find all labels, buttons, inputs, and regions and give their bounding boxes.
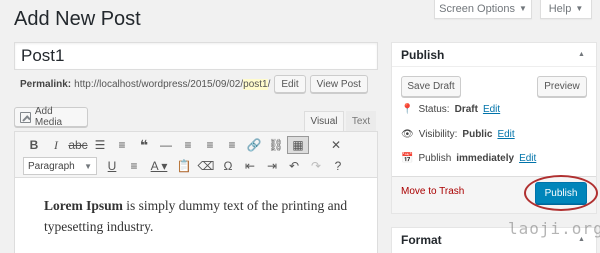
schedule-edit-link[interactable]: Edit (519, 153, 536, 164)
help-label: Help (548, 2, 572, 15)
align-right-icon[interactable]: ≡ (221, 136, 243, 154)
highlight-annotation (524, 175, 598, 211)
view-post-button[interactable]: View Post (309, 75, 368, 93)
text-color-icon[interactable]: A ▾ (145, 157, 173, 175)
save-draft-button[interactable]: Save Draft (401, 76, 461, 97)
schedule-row: 📅 Publish immediately Edit (401, 153, 536, 164)
schedule-label: Publish (418, 153, 452, 164)
toolbar-toggle-icon[interactable]: ▦ (287, 136, 309, 154)
schedule-value: immediately (456, 153, 515, 164)
align-center-icon[interactable]: ≡ (199, 136, 221, 154)
screen-options-tab[interactable]: Screen Options ▼ (434, 0, 532, 19)
tab-visual[interactable]: Visual (304, 111, 344, 131)
fullscreen-icon[interactable]: ✕ (325, 136, 347, 154)
justify-icon[interactable]: ≡ (123, 157, 145, 175)
redo-icon[interactable]: ↷ (305, 157, 327, 175)
format-select-value: Paragraph (28, 160, 75, 172)
blockquote-icon[interactable]: ❝ (133, 136, 155, 154)
permalink-slug[interactable]: post1 (243, 78, 268, 90)
outdent-icon[interactable]: ⇤ (239, 157, 261, 175)
status-value: Draft (454, 104, 478, 115)
numbered-list-icon[interactable]: ≡ (111, 136, 133, 154)
content-bold-text: Lorem Ipsum (44, 198, 123, 213)
add-media-label: Add Media (34, 106, 63, 128)
help-tab[interactable]: Help ▼ (540, 0, 592, 19)
paste-text-icon[interactable]: 📋 (173, 157, 195, 175)
permalink-trailing: / (267, 78, 271, 90)
bulleted-list-icon[interactable]: ☰ (89, 136, 111, 154)
eye-icon: 👁 (401, 129, 414, 140)
bold-icon[interactable]: B (23, 136, 45, 154)
clear-formatting-icon[interactable]: ⌫ (195, 157, 217, 175)
visibility-value: Public (462, 129, 493, 140)
toolbar-row-2: Paragraph ▼ U ≡ A ▾ 📋 ⌫ Ω ⇤ ⇥ ↶ ↷ ? (23, 157, 349, 175)
add-media-button[interactable]: Add Media (14, 106, 88, 128)
chevron-down-icon: ▼ (575, 4, 584, 13)
strikethrough-icon[interactable]: abc (67, 136, 89, 154)
status-edit-link[interactable]: Edit (483, 104, 500, 115)
permalink-edit-button[interactable]: Edit (274, 75, 306, 93)
toolbar-row-1: B I abc ☰ ≡ ❝ — ≡ ≡ ≡ 🔗 ⛓ ▦ ✕ (23, 136, 347, 154)
horizontal-line-icon[interactable]: — (155, 136, 177, 154)
chevron-down-icon: ▼ (84, 161, 92, 171)
editor-toolbar: B I abc ☰ ≡ ❝ — ≡ ≡ ≡ 🔗 ⛓ ▦ ✕ Paragraph … (15, 132, 377, 178)
special-character-icon[interactable]: Ω (217, 157, 239, 175)
post-title-input[interactable]: Post1 (14, 42, 378, 70)
preview-button[interactable]: Preview (537, 76, 587, 97)
undo-icon[interactable]: ↶ (283, 157, 305, 175)
visibility-label: Visibility: (418, 129, 458, 140)
editor-content[interactable]: Lorem Ipsum is simply dummy text of the … (44, 195, 364, 237)
collapse-icon[interactable]: ▲ (578, 51, 585, 58)
indent-icon[interactable]: ⇥ (261, 157, 283, 175)
permalink-base[interactable]: http://localhost/wordpress/2015/09/02/ (74, 79, 243, 90)
remove-link-icon[interactable]: ⛓ (265, 136, 287, 154)
watermark: laoji.org (508, 219, 600, 238)
permalink-label: Permalink: (20, 78, 72, 90)
tab-text[interactable]: Text (346, 111, 376, 131)
calendar-icon: 📅 (401, 153, 414, 164)
format-select[interactable]: Paragraph ▼ (23, 157, 97, 175)
chevron-down-icon: ▼ (518, 4, 527, 13)
permalink-row: Permalink: http://localhost/wordpress/20… (20, 75, 368, 93)
page-title: Add New Post (14, 8, 141, 30)
pin-icon: 📍 (401, 104, 414, 115)
format-box-title: Format (401, 233, 442, 247)
status-label: Status: (418, 104, 450, 115)
move-to-trash-link[interactable]: Move to Trash (401, 186, 464, 197)
visibility-edit-link[interactable]: Edit (497, 129, 514, 140)
media-icon (20, 111, 31, 123)
insert-link-icon[interactable]: 🔗 (243, 136, 265, 154)
underline-icon[interactable]: U (101, 157, 123, 175)
publish-box-title: Publish (401, 48, 445, 62)
italic-icon[interactable]: I (45, 136, 67, 154)
align-left-icon[interactable]: ≡ (177, 136, 199, 154)
screen-options-label: Screen Options (439, 2, 515, 15)
help-icon[interactable]: ? (327, 157, 349, 175)
visibility-row: 👁 Visibility: Public Edit (401, 129, 515, 140)
status-row: 📍 Status: Draft Edit (401, 104, 500, 115)
